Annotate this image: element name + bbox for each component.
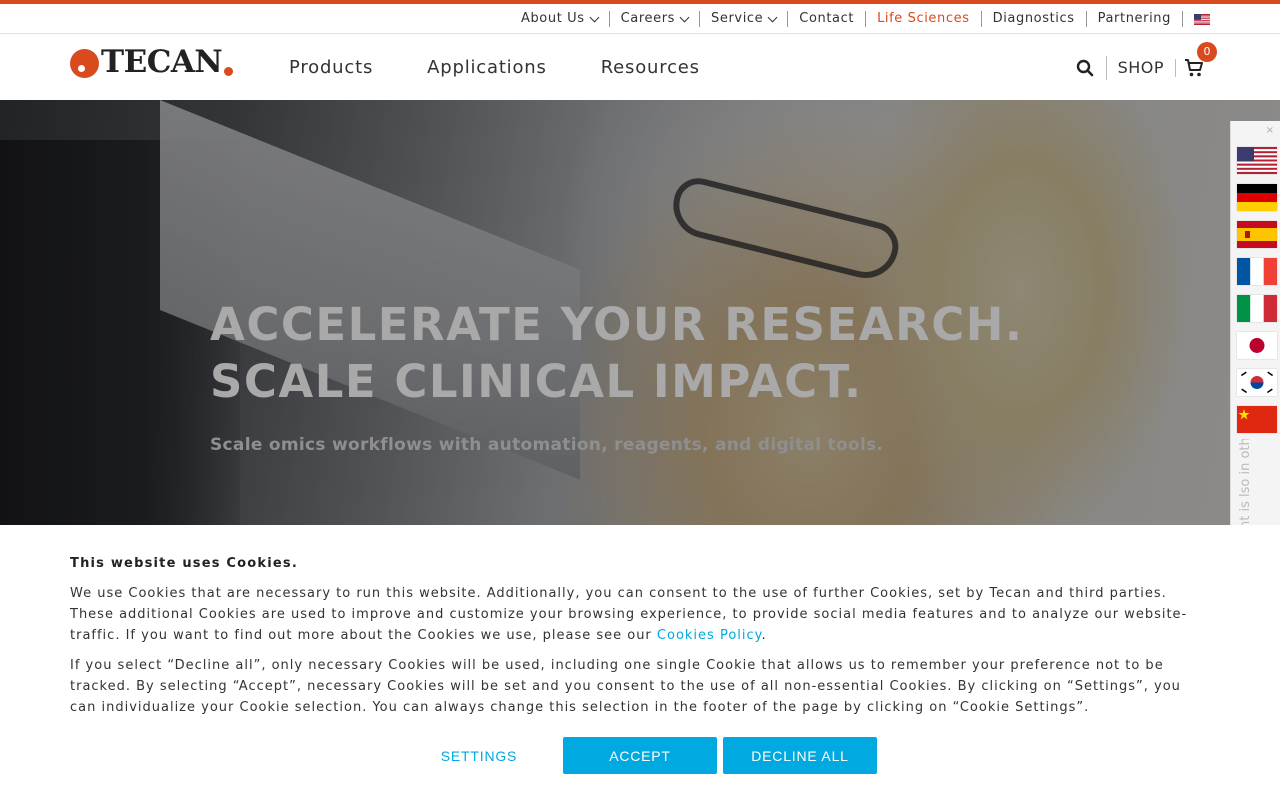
cookie-paragraph-1: We use Cookies that are necessary to run…	[70, 583, 1210, 646]
header-tools: SHOP 0	[1075, 35, 1217, 100]
logo-mark	[70, 49, 99, 78]
logo-text: TECAN	[101, 44, 223, 80]
germany-flag-icon[interactable]	[1237, 184, 1277, 211]
korea-flag-icon[interactable]	[1237, 369, 1277, 396]
cookie-decline-all-button[interactable]: DECLINE ALL	[723, 737, 877, 774]
chevron-down-icon	[589, 12, 600, 22]
hero-subline: Scale omics workflows with automation, r…	[210, 435, 884, 455]
hero-banner: ACCELERATE YOUR RESEARCH. SCALE CLINICAL…	[0, 100, 1280, 525]
search-icon	[1076, 59, 1094, 76]
util-nav-label: Service	[711, 11, 764, 26]
cart-button[interactable]: 0	[1176, 41, 1217, 82]
cookies-policy-link[interactable]: Cookies Policy	[657, 628, 762, 643]
cookie-title: This website uses Cookies.	[70, 556, 298, 571]
cookie-settings-button[interactable]: SETTINGS	[402, 737, 556, 774]
util-nav-service[interactable]: Service	[700, 11, 789, 27]
util-nav-about-us[interactable]: About Us	[510, 11, 610, 27]
chevron-down-icon	[679, 12, 690, 22]
util-nav-label: About Us	[520, 11, 585, 26]
util-nav-label: Life Sciences	[877, 11, 970, 26]
cookie-paragraph-text: .	[761, 628, 767, 643]
region-selector[interactable]	[1183, 11, 1210, 27]
shop-link[interactable]: SHOP	[1107, 58, 1176, 77]
logo-period	[224, 67, 234, 76]
france-flag-icon[interactable]	[1237, 258, 1277, 285]
util-nav-careers[interactable]: Careers	[610, 11, 701, 27]
cookie-paragraph-text: We use Cookies that are necessary to run…	[70, 586, 1188, 643]
util-nav-label: Diagnostics	[992, 11, 1075, 26]
language-selector: × nt is lso in other	[1230, 121, 1280, 529]
language-note: nt is lso in other	[1239, 439, 1253, 529]
japan-flag-icon[interactable]	[1237, 332, 1277, 359]
italy-flag-icon[interactable]	[1237, 295, 1277, 322]
search-button[interactable]	[1075, 55, 1107, 80]
cart-count-badge: 0	[1197, 41, 1217, 62]
utility-nav: About Us Careers Service Contact Life Sc…	[510, 4, 1210, 34]
util-nav-contact[interactable]: Contact	[788, 11, 867, 27]
us-flag-icon[interactable]	[1237, 147, 1277, 174]
cookie-banner: This website uses Cookies. We use Cookie…	[0, 525, 1280, 800]
hero-headline-line: ACCELERATE YOUR RESEARCH.	[210, 298, 1024, 351]
chevron-down-icon	[767, 12, 778, 22]
utility-bar: About Us Careers Service Contact Life Sc…	[0, 4, 1280, 34]
main-nav-resources[interactable]: Resources	[601, 57, 700, 78]
china-flag-icon[interactable]	[1237, 406, 1277, 433]
util-nav-label: Partnering	[1097, 11, 1171, 26]
us-flag-icon	[1194, 13, 1210, 25]
main-nav-products[interactable]: Products	[289, 57, 373, 78]
cookie-paragraph-2: If you select “Decline all”, only necess…	[70, 658, 1181, 715]
cookie-accept-button[interactable]: ACCEPT	[563, 737, 717, 774]
util-nav-life-sciences[interactable]: Life Sciences	[866, 11, 982, 27]
util-nav-label: Contact	[799, 11, 855, 26]
cookie-actions: SETTINGS ACCEPT DECLINE ALL	[402, 737, 883, 774]
main-header: TECAN Products Applications Resources SH…	[0, 35, 1280, 100]
util-nav-diagnostics[interactable]: Diagnostics	[982, 11, 1087, 27]
main-nav-applications[interactable]: Applications	[427, 57, 547, 78]
spain-flag-icon[interactable]	[1237, 221, 1277, 248]
hero-headline-line: SCALE CLINICAL IMPACT.	[210, 355, 863, 408]
hero-headline: ACCELERATE YOUR RESEARCH. SCALE CLINICAL…	[210, 296, 1024, 410]
util-nav-label: Careers	[620, 11, 676, 26]
close-icon[interactable]: ×	[1266, 125, 1274, 136]
main-nav: Products Applications Resources	[262, 35, 727, 100]
tecan-logo[interactable]: TECAN	[70, 44, 234, 80]
util-nav-partnering[interactable]: Partnering	[1087, 11, 1183, 27]
